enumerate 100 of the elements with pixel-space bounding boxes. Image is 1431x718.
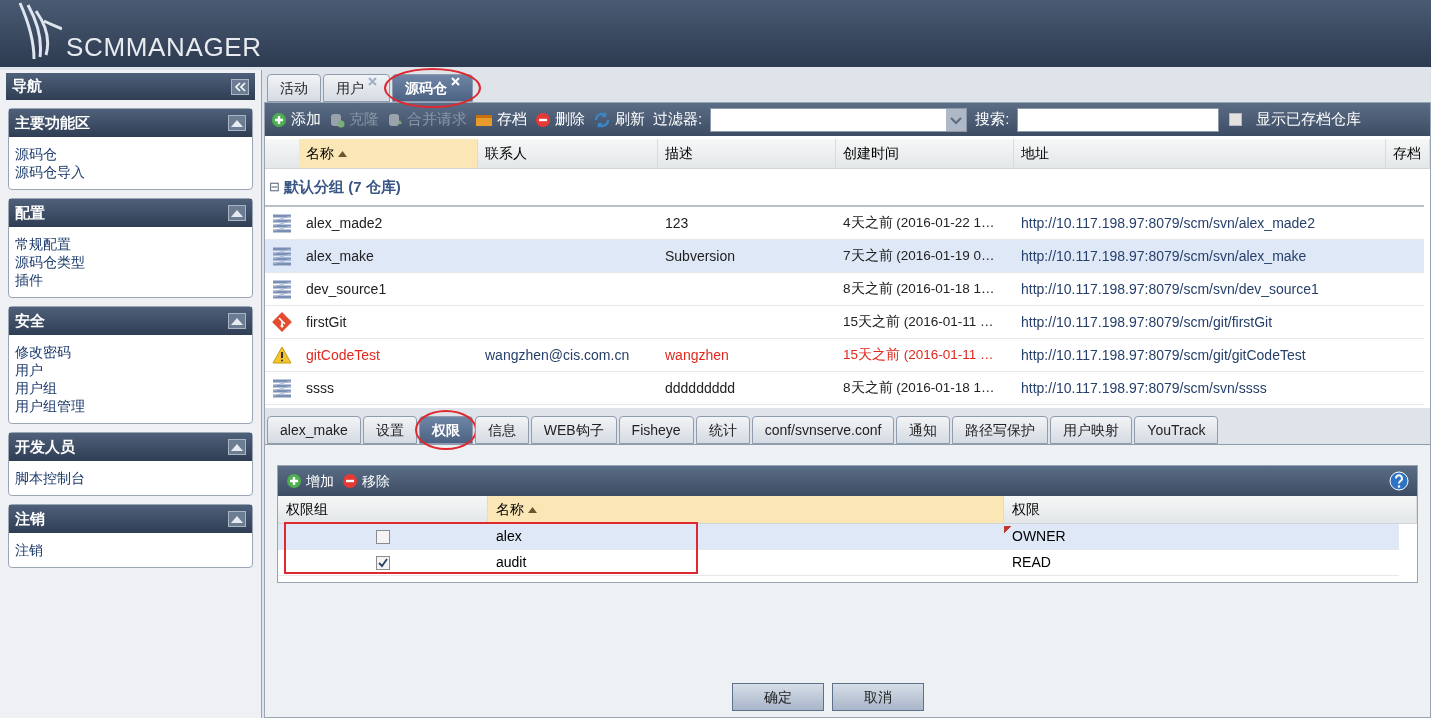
tab[interactable]: alex_make — [267, 416, 361, 444]
table-cell-text: wangzhen@cis.com.cn — [484, 345, 631, 365]
column-header[interactable]: 联系人 — [478, 139, 658, 168]
toolbar-button[interactable]: 删除 — [535, 108, 585, 131]
toolbar-button[interactable]: 刷新 — [593, 108, 645, 131]
svn-icon — [272, 246, 292, 266]
search-label: 搜索: — [975, 109, 1010, 130]
nav-link[interactable]: 脚本控制台 — [15, 469, 85, 487]
column-header[interactable]: 创建时间 — [836, 139, 1014, 168]
collapse-icon[interactable] — [228, 439, 246, 455]
toolbar-button[interactable]: 移除 — [342, 470, 390, 492]
nav-section-title: 配置 — [15, 202, 45, 223]
table-cell-text: http://10.117.198.97:8079/scm/svn/alex_make — [1020, 246, 1308, 266]
sort-arrow-icon — [338, 150, 347, 157]
dialog-button[interactable]: 取消 — [831, 683, 924, 711]
nav-link[interactable]: 源码仓导入 — [15, 163, 85, 181]
tab[interactable]: 通知 — [896, 416, 951, 444]
table-cell-text: READ — [1011, 553, 1052, 572]
filter-label: 过滤器: — [653, 109, 703, 130]
database-icon — [329, 111, 345, 128]
nav-link[interactable]: 源码仓 — [15, 145, 57, 163]
checkbox[interactable] — [376, 555, 390, 570]
table-cell-text: ssss — [305, 378, 335, 398]
help-icon[interactable] — [1389, 471, 1409, 491]
table-cell-text: 8天之前 (2016-01-18 1… — [842, 378, 996, 397]
column-header[interactable]: 权限 — [1004, 496, 1417, 523]
nav-link[interactable]: 修改密码 — [15, 343, 71, 361]
table-cell-text: http://10.117.198.97:8079/scm/svn/dev_source1 — [1020, 279, 1320, 299]
table-cell-text: 4天之前 (2016-01-22 1… — [842, 213, 996, 232]
table-cell-text: dev_source1 — [305, 279, 388, 299]
nav-link[interactable]: 用户组管理 — [15, 397, 85, 415]
column-header[interactable]: 地址 — [1014, 139, 1386, 168]
table-cell-text: ddddddddd — [664, 378, 737, 398]
nav-link[interactable]: 源码仓类型 — [15, 253, 85, 271]
table-cell-text: alex_made2 — [305, 213, 384, 233]
tab[interactable]: Fisheye — [618, 416, 694, 444]
tab[interactable]: 设置 — [362, 416, 417, 444]
sidebar-title: 导航 — [12, 76, 42, 97]
checkbox-label: 显示已存档仓库 — [1256, 109, 1362, 130]
nav-link[interactable]: 用户组 — [15, 379, 57, 397]
nav-section-title: 主要功能区 — [15, 112, 90, 133]
toolbar-button[interactable]: 增加 — [286, 470, 334, 492]
table-cell-text: gitCodeTest — [305, 345, 381, 365]
tab[interactable]: 用户 — [323, 74, 390, 102]
collapse-icon[interactable] — [228, 511, 246, 527]
filter-dropdown[interactable] — [710, 107, 968, 132]
collapse-icon[interactable] — [228, 115, 246, 131]
add-icon — [271, 111, 287, 128]
table-cell-text: wangzhen — [664, 345, 730, 365]
add-icon — [286, 473, 302, 489]
table-cell-text: http://10.117.198.97:8079/scm/svn/ssss — [1020, 378, 1268, 398]
table-cell-text: 8天之前 (2016-01-18 1… — [842, 279, 996, 298]
checkbox[interactable] — [376, 529, 390, 544]
tab[interactable]: 统计 — [695, 416, 750, 444]
collapse-icon[interactable] — [228, 313, 246, 329]
tab[interactable]: 信息 — [474, 416, 529, 444]
column-header[interactable]: 名称 — [299, 139, 478, 168]
toolbar-button[interactable]: 添加 — [271, 108, 321, 131]
remove-icon — [535, 111, 551, 128]
nav-section-title: 安全 — [15, 310, 45, 331]
search-field[interactable] — [1017, 107, 1220, 132]
table-cell-text: http://10.117.198.97:8079/scm/git/firstGit — [1020, 312, 1274, 332]
column-header[interactable]: 描述 — [658, 139, 836, 168]
sort-arrow-icon — [528, 506, 537, 513]
dialog-button[interactable]: 确定 — [731, 683, 824, 711]
table-cell-text: audit — [495, 553, 528, 572]
table-cell-text: Subversion — [664, 246, 737, 266]
table-cell-text: alex — [495, 527, 523, 546]
group-title: 默认分组 (7 仓库) — [284, 176, 401, 197]
table-cell-text: http://10.117.198.97:8079/scm/git/gitCodeTest — [1020, 345, 1307, 365]
tab[interactable]: 权限 — [418, 416, 473, 444]
table-cell-text: 123 — [664, 213, 690, 233]
tab[interactable]: WEB钩子 — [530, 416, 617, 444]
collapse-sidebar-icon[interactable] — [231, 78, 249, 95]
tab[interactable]: 活动 — [267, 74, 321, 102]
table-cell-text: firstGit — [305, 312, 348, 332]
table-row[interactable]: alex_make Subversion 7天之前 (2016-01-19 0… http://10.117.198.97:8079/scm/svn/alex_make — [265, 240, 1424, 273]
nav-link[interactable]: 插件 — [15, 271, 43, 289]
table-cell-text: http://10.117.198.97:8079/scm/svn/alex_made2 — [1020, 213, 1316, 233]
nav-link[interactable]: 注销 — [15, 541, 43, 559]
svn-icon — [272, 213, 292, 233]
check-icon — [378, 557, 388, 568]
svn-icon — [272, 378, 292, 398]
refresh-icon — [593, 110, 611, 129]
toolbar-button[interactable]: 存档 — [475, 108, 527, 131]
tab[interactable]: 源码仓 — [392, 74, 473, 102]
collapse-icon[interactable] — [228, 205, 246, 221]
column-header[interactable]: 存档 — [1386, 139, 1430, 168]
column-header[interactable]: 名称 — [488, 496, 1004, 523]
tab[interactable]: conf/svnserve.conf — [751, 416, 895, 444]
nav-link[interactable]: 用户 — [15, 361, 43, 379]
collapse-group-icon[interactable]: ⊟ — [269, 177, 280, 197]
tab[interactable]: 路径写保护 — [952, 416, 1049, 444]
svn-icon — [272, 279, 292, 299]
nav-link[interactable]: 常规配置 — [15, 235, 71, 253]
table-cell-text: 15天之前 (2016-01-11 … — [842, 345, 995, 364]
tab[interactable]: 用户映射 — [1050, 416, 1133, 444]
table-row[interactable]: alex OWNER — [278, 524, 1399, 550]
checkbox[interactable] — [1229, 113, 1243, 126]
tab[interactable]: YouTrack — [1134, 416, 1219, 444]
